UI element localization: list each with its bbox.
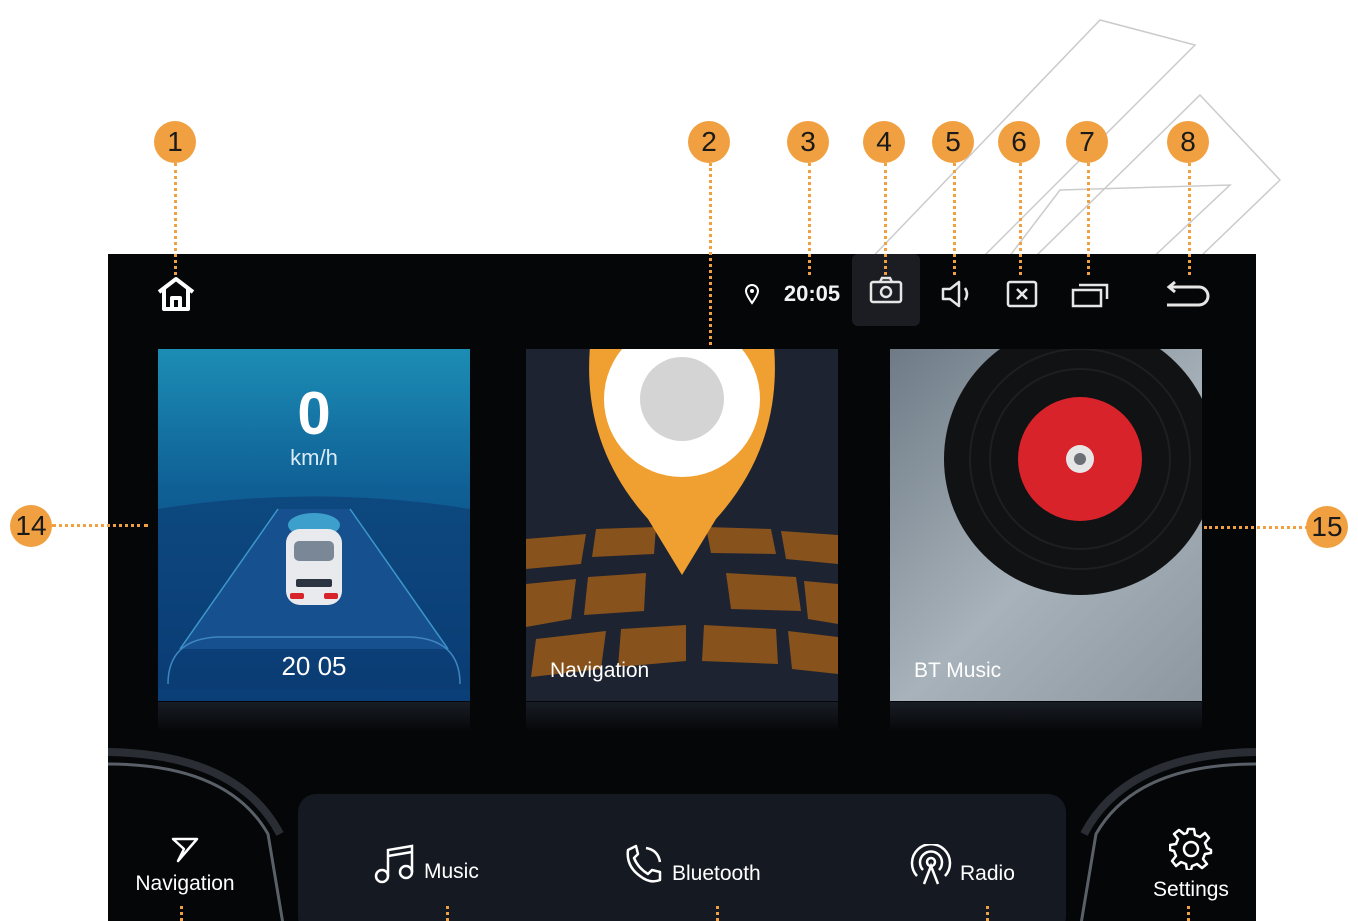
dock-radio-label: Radio — [960, 862, 1015, 885]
navigation-card-label: Navigation — [550, 659, 650, 682]
dock-radio[interactable]: Radio — [908, 844, 1015, 886]
callout-marker-1: 1 — [154, 121, 196, 163]
callout-line-15 — [1204, 526, 1308, 529]
speedometer-widget[interactable]: 0 km/h 20 05 — [158, 349, 470, 701]
dock-music[interactable]: Music — [374, 842, 479, 884]
callout-line-bottom — [1187, 906, 1190, 921]
dock-music-label: Music — [424, 860, 479, 883]
back-button[interactable] — [1158, 274, 1218, 314]
status-bar: 20:05 — [108, 254, 1256, 332]
bt-music-card-label: BT Music — [914, 659, 1002, 682]
gear-icon — [1169, 827, 1213, 870]
close-app-icon — [1006, 280, 1038, 308]
back-icon — [1166, 280, 1210, 307]
radio-antenna-icon — [910, 844, 952, 885]
recent-apps-button[interactable] — [1062, 274, 1118, 314]
close-app-button[interactable] — [994, 274, 1050, 314]
camera-icon — [869, 276, 903, 304]
volume-button[interactable] — [930, 274, 986, 314]
phone-call-icon — [626, 844, 662, 883]
callout-marker-8: 8 — [1167, 121, 1209, 163]
location-pin-icon — [744, 284, 760, 305]
dock-settings-label: Settings — [1153, 878, 1229, 901]
callout-line-bottom — [716, 906, 719, 921]
callout-marker-7: 7 — [1066, 121, 1108, 163]
callout-line-1 — [174, 163, 177, 275]
callout-line-5 — [953, 163, 956, 275]
map-pin-graphic — [526, 349, 838, 677]
callout-line-2 — [709, 163, 712, 345]
dock-bluetooth[interactable]: Bluetooth — [622, 844, 761, 886]
callout-marker-3: 3 — [787, 121, 829, 163]
card-reflection — [526, 702, 838, 732]
callout-marker-4: 4 — [863, 121, 905, 163]
vinyl-record-graphic — [944, 349, 1202, 595]
navigation-widget[interactable]: Navigation — [526, 349, 838, 701]
location-indicator — [738, 274, 766, 314]
volume-icon — [941, 280, 969, 308]
callout-marker-6: 6 — [998, 121, 1040, 163]
callout-line-bottom — [986, 906, 989, 921]
callout-marker-2: 2 — [688, 121, 730, 163]
bt-music-widget[interactable]: BT Music — [890, 349, 1202, 701]
dock-navigation[interactable]: Navigation — [120, 836, 250, 896]
dock-settings[interactable]: Settings — [1126, 826, 1256, 902]
callout-line-6 — [1019, 163, 1022, 275]
dock-bluetooth-label: Bluetooth — [672, 862, 761, 885]
callout-line-14 — [52, 524, 148, 527]
speed-unit: km/h — [290, 445, 338, 470]
callout-marker-5: 5 — [932, 121, 974, 163]
speed-value: 0 — [297, 380, 331, 447]
status-clock: 20:05 — [776, 274, 848, 314]
recent-apps-icon — [1071, 283, 1109, 308]
callout-line-bottom — [446, 906, 449, 921]
head-unit-screen: 20:05 0 km/h 20 05 Navigation BT Music N… — [108, 254, 1256, 921]
speed-card-time: 20 05 — [281, 651, 347, 681]
card-reflection — [158, 702, 470, 732]
dock-navigation-label: Navigation — [135, 872, 235, 895]
navigation-arrow-icon — [171, 837, 199, 863]
callout-line-3 — [808, 163, 811, 275]
callout-marker-15: 15 — [1306, 506, 1348, 548]
callout-line-bottom — [180, 906, 183, 921]
callout-line-7 — [1087, 163, 1090, 275]
card-reflection — [890, 702, 1202, 732]
home-icon — [157, 277, 195, 311]
callout-marker-14: 14 — [10, 505, 52, 547]
music-note-icon — [374, 844, 414, 884]
callout-line-8 — [1188, 163, 1191, 275]
clock-text: 20:05 — [783, 281, 841, 306]
home-button[interactable] — [148, 274, 204, 314]
callout-line-4 — [884, 163, 887, 275]
